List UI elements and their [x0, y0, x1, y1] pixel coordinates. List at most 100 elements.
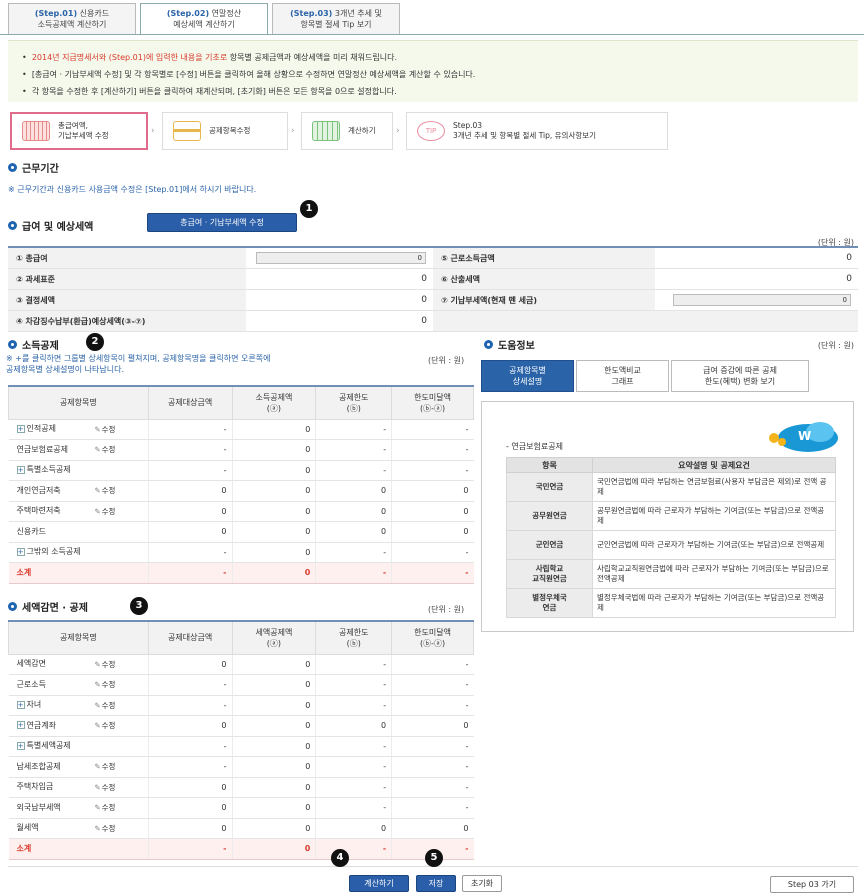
column-header: 한도미달액 (ⓑ-ⓐ): [391, 385, 474, 420]
value-cell: 0: [231, 439, 316, 461]
item-name-cell[interactable]: 세액감면: [8, 654, 91, 675]
value-cell: -: [391, 542, 474, 563]
tab-salary-change-label: 급여 증감에 따른 공제 한도(혜택) 변화 보기: [703, 366, 777, 386]
gross-pay-input[interactable]: 0: [256, 252, 426, 264]
table-row: +연금계좌수정0000: [8, 715, 474, 737]
item-name: 그밖의 소득공제: [26, 547, 81, 557]
item-name: 근로소득: [16, 679, 46, 689]
value-gross-pay-cell: 0: [246, 248, 433, 268]
item-name-cell[interactable]: 개인연금저축: [8, 480, 91, 502]
item-name-cell[interactable]: 주택마련저축: [8, 501, 91, 522]
value-cell: 0: [391, 480, 474, 502]
help-item-name[interactable]: 공무원연금: [506, 501, 593, 531]
salary-row: ④ 차감징수납부(환급)예상세액(③-⑦) 0: [8, 311, 858, 332]
item-name: 특별소득공제: [26, 465, 71, 475]
tab-item-detail[interactable]: 공제항목별 상세설명: [481, 360, 574, 392]
flow-arrow-icon: ›: [396, 126, 400, 136]
reset-button[interactable]: 초기화: [462, 875, 502, 892]
item-name-cell[interactable]: 신용카드: [8, 521, 91, 543]
subtotal-row: 소계 -0- -: [8, 838, 474, 860]
item-name-cell[interactable]: + 인적공제: [8, 419, 91, 440]
expand-plus-icon[interactable]: +: [16, 721, 25, 730]
value-cell: -: [147, 542, 232, 563]
step-tabs: (Step.01) 신용카드 소득공제액 계산하기 (Step.02) 연말정산…: [8, 3, 400, 35]
label-prepaid-tax: ⑦ 기납부세액(현재 뗀 세금): [433, 290, 655, 310]
expand-plus-icon[interactable]: +: [16, 465, 25, 474]
item-name-cell[interactable]: + 특별세액공제: [8, 736, 91, 757]
notice-line-3: • 각 항목을 수정한 후 [계산하기] 버튼을 클릭하여 재계산되며, [초기…: [22, 87, 397, 96]
table-row: 월세액수정0000: [8, 818, 474, 839]
tab-step-03[interactable]: (Step.03) 3개년 추세 및 항목별 절세 Tip 보기: [272, 3, 400, 34]
value-cell: 0: [231, 654, 316, 675]
prepaid-tax-input[interactable]: 0: [673, 294, 851, 306]
edit-button[interactable]: 수정: [94, 803, 115, 812]
help-detail-table: 항목 요약설명 및 공제요건 국민연금 국민연금법에 따라 부담하는 연금보험료(…: [506, 457, 836, 618]
tab-step-01[interactable]: (Step.01) 신용카드 소득공제액 계산하기: [8, 3, 136, 34]
notice-line-3-text: 각 항목을 수정한 후 [계산하기] 버튼을 클릭하여 재계산되며, [초기화]…: [31, 87, 397, 96]
tab-limit-graph-label: 한도액비교 그래프: [604, 366, 641, 386]
edit-button[interactable]: 수정: [94, 762, 115, 771]
save-button[interactable]: 저장: [416, 875, 456, 892]
expand-plus-icon[interactable]: +: [16, 547, 25, 556]
section-work-period-title: 근무기간: [22, 164, 59, 175]
tab-step-02[interactable]: (Step.02) 연말정산 예상세액 계산하기: [140, 3, 268, 35]
tab-limit-graph[interactable]: 한도액비교 그래프: [576, 360, 669, 392]
edit-button[interactable]: 수정: [94, 425, 115, 434]
help-header-desc: 요약설명 및 공제요건: [592, 457, 836, 473]
item-name-cell[interactable]: 근로소득: [8, 674, 91, 696]
bullet-icon: [484, 340, 493, 349]
item-name-cell[interactable]: 주택차입금: [8, 777, 91, 798]
calculate-button[interactable]: 계산하기: [349, 875, 409, 892]
expand-plus-icon[interactable]: +: [16, 700, 25, 709]
value-cell: 0: [231, 756, 316, 778]
go-step3-button[interactable]: Step 03 가기: [770, 876, 854, 893]
edit-button[interactable]: 수정: [94, 701, 115, 710]
item-name-cell[interactable]: 연금보험료공제: [8, 439, 91, 461]
expand-plus-icon[interactable]: +: [16, 741, 25, 750]
item-name-cell[interactable]: + 연금계좌: [8, 715, 91, 737]
item-name-cell[interactable]: 외국납부세액: [8, 797, 91, 819]
item-name-cell[interactable]: 납세조합공제: [8, 756, 91, 778]
tab-step-02-line2: 예상세액 계산하기: [173, 20, 235, 29]
edit-button[interactable]: 수정: [94, 783, 115, 792]
value-cell: 0: [231, 480, 316, 502]
edit-button[interactable]: 수정: [94, 680, 115, 689]
value-cell: -: [315, 439, 392, 461]
edit-button[interactable]: 수정: [94, 486, 115, 495]
edit-button[interactable]: 수정: [94, 445, 115, 454]
edit-salary-button[interactable]: 총급여 · 기납부세액 수정: [147, 213, 297, 232]
tab-step-02-line1: 연말정산: [211, 9, 242, 18]
item-name-cell[interactable]: + 자녀: [8, 695, 91, 716]
column-header: 공제한도 (ⓑ): [315, 620, 393, 655]
tab-step-02-number: (Step.02): [166, 9, 210, 18]
help-item-name[interactable]: 국민연금: [506, 472, 593, 502]
value-calculated-tax: 0: [846, 274, 852, 284]
calculator-icon: [312, 121, 340, 141]
edit-button[interactable]: 수정: [94, 721, 115, 730]
tab-salary-change[interactable]: 급여 증감에 따른 공제 한도(혜택) 변화 보기: [671, 360, 809, 392]
edit-button[interactable]: 수정: [94, 507, 115, 516]
column-header: 소득공제액 (ⓐ): [231, 385, 317, 420]
value-cell: -: [391, 674, 474, 696]
item-name-cell[interactable]: + 그밖의 소득공제: [8, 542, 91, 563]
edit-cell: [90, 542, 149, 563]
expand-plus-icon[interactable]: +: [16, 424, 25, 433]
flow-step-1-line2: 기납부세액 수정: [58, 131, 109, 140]
edit-cell: 수정: [90, 674, 149, 696]
edit-button[interactable]: 수정: [94, 824, 115, 833]
value-cell: 0: [231, 521, 316, 543]
notice-line-1-rest: 항목별 공제금액과 예상세액을 미리 채워드립니다.: [227, 53, 398, 62]
value-cell: 0: [147, 777, 232, 798]
help-item-name[interactable]: 별정우체국 연금: [506, 588, 593, 618]
label-determined-tax: ③ 결정세액: [8, 290, 246, 310]
value-prepaid-tax-cell: 0: [655, 290, 858, 310]
edit-button[interactable]: 수정: [94, 660, 115, 669]
item-name-cell[interactable]: 월세액: [8, 818, 91, 839]
item-name-cell[interactable]: + 특별소득공제: [8, 460, 91, 481]
help-item-name[interactable]: 사립학교 교직원연금: [506, 559, 593, 589]
table-row: 신용카드 0 0 0 0: [8, 521, 474, 543]
column-header: 공제대상금액: [147, 620, 233, 655]
table-row: 주택마련저축수정0000: [8, 501, 474, 522]
label-earned-income: ⑤ 근로소득금액: [433, 248, 655, 268]
help-item-name[interactable]: 군인연금: [506, 530, 593, 560]
